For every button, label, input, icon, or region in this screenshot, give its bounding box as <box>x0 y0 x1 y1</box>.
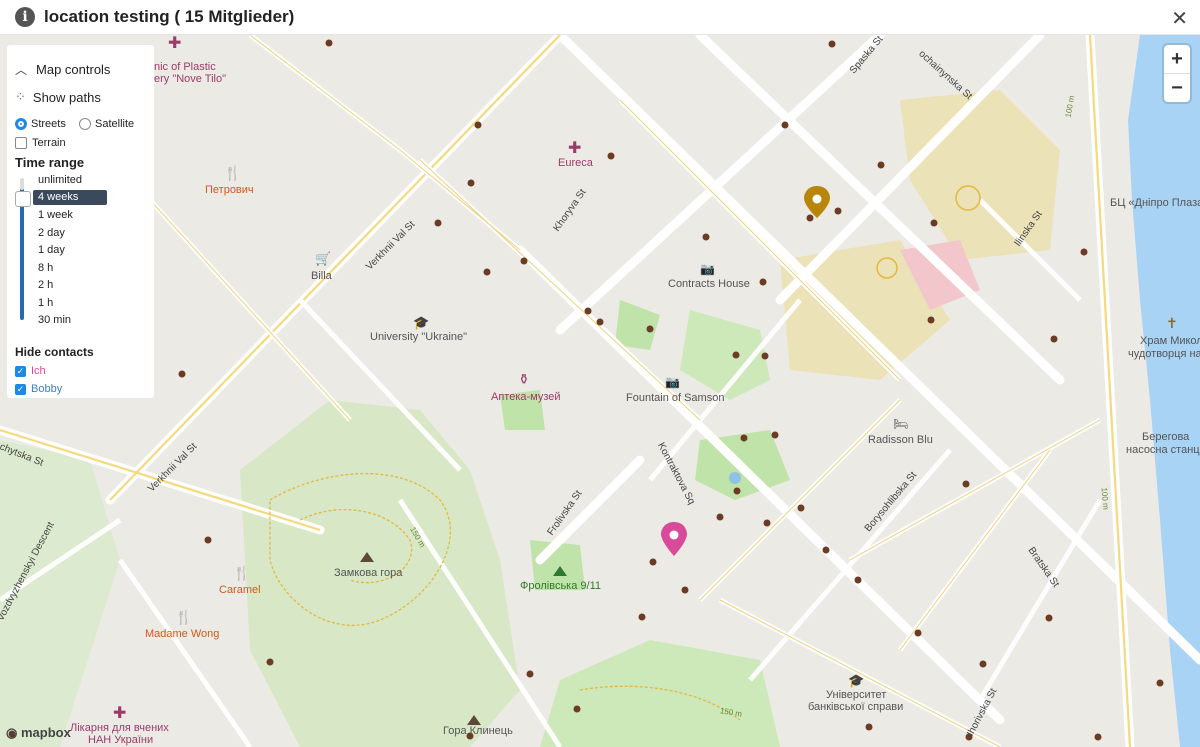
mapbox-logo-icon: ◎ <box>6 725 18 740</box>
time-option[interactable]: 8 h <box>38 262 53 274</box>
poi-label-univ-bank2: банківської справи <box>808 701 904 713</box>
poi-label-hora: Гора Клинець <box>443 725 513 737</box>
school-icon: 🎓 <box>848 673 865 688</box>
dialog-header: i location testing ( 15 Mitglieder) ✕ <box>0 0 1200 35</box>
poi-label-university: University "Ukraine" <box>370 331 468 343</box>
hide-contacts-heading: Hide contacts <box>15 345 94 359</box>
poi-label-bc-dnipro: БЦ «Дніпро Плаза <box>1110 197 1200 209</box>
church-icon: ✝ <box>1166 315 1178 331</box>
time-option[interactable]: 2 day <box>38 227 65 239</box>
poi-label-berehova2: насосна станці <box>1126 444 1200 456</box>
restaurant-icon: 🍴 <box>175 609 193 625</box>
chevron-up-icon: ︿ <box>15 63 28 77</box>
poi-label-contracts-house: Contracts House <box>668 278 750 290</box>
dialog-title: location testing ( 15 Mitglieder) <box>44 7 295 26</box>
poi-label-zamkova: Замкова гора <box>334 567 403 579</box>
poi-label-church1: Храм Микол <box>1140 335 1200 347</box>
poi-label-madame-wong: Madame Wong <box>145 628 220 640</box>
pin-bobby <box>804 186 830 218</box>
time-option[interactable]: 1 h <box>38 297 53 309</box>
contact-toggle-ich[interactable]: ✓ Ich <box>15 365 46 377</box>
time-option[interactable]: 1 day <box>38 244 65 256</box>
shop-icon: 🛒 <box>315 251 332 266</box>
checkbox-checked-icon[interactable]: ✓ <box>15 383 26 395</box>
poi-label-hospital1: Лікарня для вчених <box>70 722 169 734</box>
show-paths-toggle[interactable]: ⁘ Show paths <box>15 89 101 105</box>
poi-label-apteka: Аптека-музей <box>491 391 561 403</box>
poi-label-eureca: Eureca <box>558 157 593 169</box>
zoom-out-button[interactable]: − <box>1164 73 1190 102</box>
info-icon[interactable]: i <box>15 7 35 27</box>
time-range-heading: Time range <box>15 155 85 170</box>
park-south <box>540 640 780 747</box>
terrain-toggle[interactable]: Terrain <box>15 137 66 149</box>
poi-label-caramel: Caramel <box>219 584 261 596</box>
satellite-radio[interactable] <box>79 118 91 130</box>
time-option[interactable]: 2 h <box>38 279 53 291</box>
time-option-selected[interactable]: 4 weeks <box>33 190 107 205</box>
map-base <box>0 35 1200 747</box>
poi-label-univ-bank1: Університет <box>826 689 887 701</box>
map-canvas[interactable]: ✚ nic of Plastic ery "Nove Tilo" ✚ Eurec… <box>0 35 1200 747</box>
poi-label-frolivska: Фролівська 9/11 <box>520 580 601 592</box>
poi-label-fountain: Fountain of Samson <box>626 392 725 404</box>
poi-label-petrovych: Петрович <box>205 184 254 196</box>
map-style-satellite[interactable]: Satellite <box>79 118 134 130</box>
time-range-slider-track-top <box>20 178 24 190</box>
river-water <box>1128 35 1200 747</box>
camera-icon: 📷 <box>700 262 715 276</box>
map-style-streets[interactable]: Streets <box>15 118 66 130</box>
camera-icon: 📷 <box>665 375 680 389</box>
checkbox-checked-icon[interactable]: ✓ <box>15 365 26 377</box>
time-option[interactable]: 1 week <box>38 209 73 221</box>
hospital-icon: ✚ <box>568 140 582 157</box>
school-icon: 🎓 <box>413 315 430 330</box>
poi-label-clinic: nic of Plastic <box>154 61 216 73</box>
restaurant-icon: 🍴 <box>233 565 251 581</box>
poi-label-radisson: Radisson Blu <box>868 434 933 446</box>
time-range-slider-handle[interactable] <box>15 191 31 207</box>
close-icon[interactable]: ✕ <box>1171 6 1188 31</box>
map-controls-panel: ︿ Map controls ⁘ Show paths Streets Sate… <box>7 45 154 398</box>
streets-radio[interactable] <box>15 118 27 130</box>
contact-toggle-bobby[interactable]: ✓ Bobby <box>15 383 62 395</box>
poi-label-clinic2: ery "Nove Tilo" <box>154 73 226 85</box>
time-option[interactable]: unlimited <box>38 174 82 186</box>
contour-label: 100 m <box>1099 487 1111 511</box>
hospital-icon: ✚ <box>113 705 127 722</box>
poi-label-billa: Billa <box>311 270 332 282</box>
restaurant-icon: 🍴 <box>224 165 242 181</box>
landmark-area <box>900 90 1060 260</box>
paths-icon: ⁘ <box>15 89 26 104</box>
zoom-in-button[interactable]: + <box>1164 45 1190 73</box>
museum-icon: ⚱ <box>518 371 530 387</box>
poi-label-berehova1: Берегова <box>1142 431 1190 443</box>
map-controls-toggle[interactable]: ︿ Map controls <box>15 61 110 78</box>
pin-ich <box>661 522 687 556</box>
terrain-checkbox[interactable] <box>15 137 27 149</box>
mapbox-attribution[interactable]: ◎ mapbox <box>6 725 71 741</box>
poi-label-hospital2: НАН України <box>88 734 154 746</box>
hotel-icon: 🛏 <box>893 417 909 431</box>
zoom-controls: + − <box>1164 45 1190 102</box>
hospital-icon: ✚ <box>168 35 182 52</box>
time-option[interactable]: 30 min <box>38 314 71 326</box>
poi-label-church2: чудотворця на <box>1128 348 1200 360</box>
